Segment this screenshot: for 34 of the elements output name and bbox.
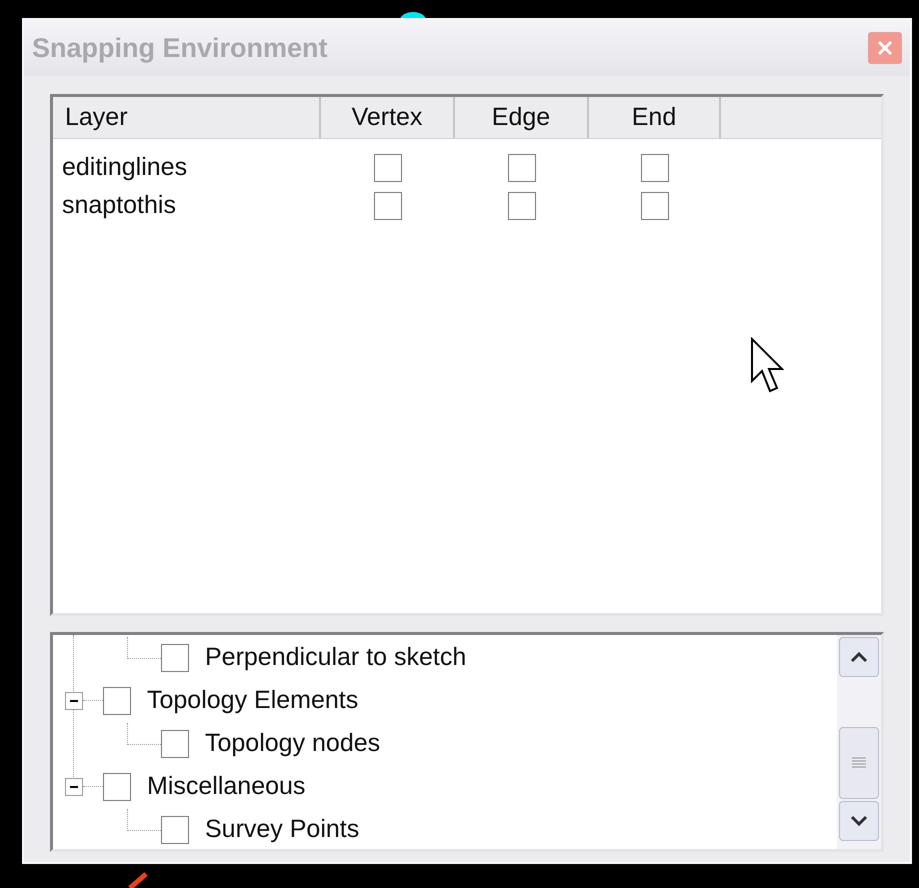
window-title: Snapping Environment (32, 32, 328, 65)
map-line-drawing (128, 872, 150, 888)
up-caret-icon (850, 651, 868, 663)
tree-item-label[interactable]: Survey Points (205, 810, 360, 848)
column-header[interactable]: Layer (53, 97, 321, 138)
layer-name: snaptothis (61, 190, 177, 222)
column-header[interactable]: Vertex (321, 97, 455, 138)
checkbox[interactable] (508, 154, 536, 182)
grip-icon (852, 757, 866, 769)
down-caret-icon (850, 815, 868, 827)
checkbox[interactable] (161, 816, 189, 844)
checkbox[interactable] (641, 192, 669, 220)
checkbox[interactable] (374, 192, 402, 220)
collapse-toggle[interactable] (65, 692, 83, 710)
checkbox[interactable] (103, 686, 131, 714)
close-icon (876, 39, 894, 57)
checkbox[interactable] (161, 644, 189, 672)
checkbox[interactable] (161, 730, 189, 758)
cursor-icon (750, 337, 784, 395)
tree-item-label[interactable]: Topology nodes (205, 724, 380, 762)
scroll-up-button[interactable] (839, 637, 879, 677)
checkbox[interactable] (103, 772, 131, 800)
layer-name: editinglines (61, 152, 188, 184)
checkbox[interactable] (508, 192, 536, 220)
checkbox[interactable] (641, 154, 669, 182)
tree-item-label[interactable]: Topology Elements (147, 682, 358, 720)
tree-item-label[interactable]: Miscellaneous (147, 768, 306, 806)
column-header[interactable]: Edge (455, 97, 589, 138)
column-header[interactable]: End (589, 97, 721, 138)
scroll-down-button[interactable] (839, 801, 879, 841)
tree-item-label[interactable]: Perpendicular to sketch (205, 638, 466, 676)
checkbox[interactable] (374, 154, 402, 182)
scroll-thumb[interactable] (839, 727, 879, 799)
collapse-toggle[interactable] (65, 778, 83, 796)
